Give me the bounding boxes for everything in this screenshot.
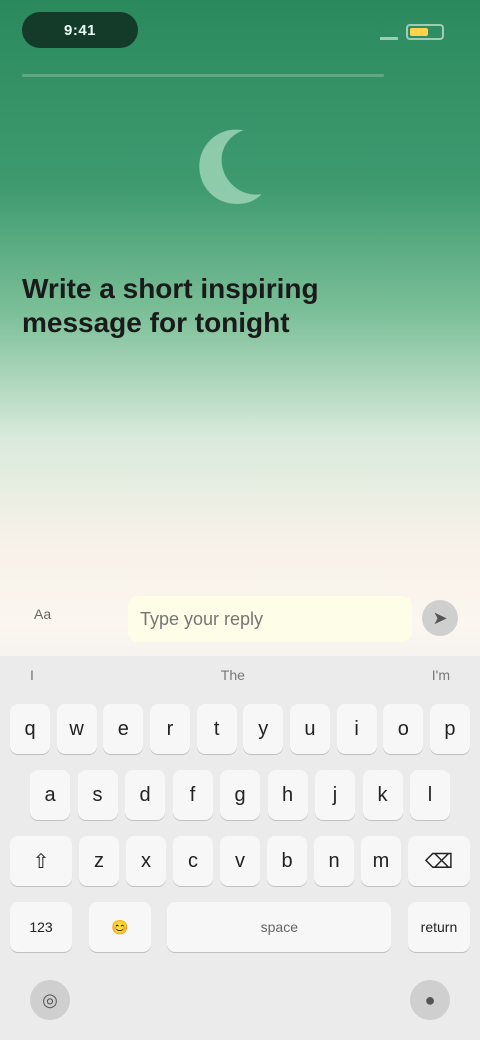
input-label: Aa bbox=[34, 606, 52, 622]
keyboard: I The I'm q w e r t y u i o p a s d f g … bbox=[0, 656, 480, 1040]
status-pill: 9:41 bbox=[22, 12, 138, 48]
key-v[interactable]: v bbox=[220, 836, 260, 886]
key-x[interactable]: x bbox=[126, 836, 166, 886]
key-a[interactable]: a bbox=[30, 770, 70, 820]
status-time: 9:41 bbox=[63, 21, 97, 39]
key-e[interactable]: e bbox=[103, 704, 144, 754]
return-key[interactable]: return bbox=[407, 902, 470, 952]
suggestion-2[interactable]: The bbox=[221, 667, 245, 683]
key-b[interactable]: b bbox=[267, 836, 307, 886]
send-icon: ➤ bbox=[432, 607, 448, 628]
key-y[interactable]: y bbox=[243, 704, 284, 754]
key-p[interactable]: p bbox=[429, 704, 470, 754]
key-h[interactable]: h bbox=[267, 770, 308, 820]
numbers-key[interactable]: 123 bbox=[10, 902, 72, 952]
space-key[interactable]: space bbox=[167, 902, 392, 952]
key-d[interactable]: d bbox=[125, 770, 165, 820]
moon-icon bbox=[199, 129, 262, 204]
key-o[interactable]: o bbox=[383, 704, 424, 754]
divider bbox=[22, 74, 384, 77]
key-g[interactable]: g bbox=[220, 770, 260, 820]
globe-button[interactable]: ◎ bbox=[30, 980, 70, 1020]
key-row-3: ⇧ z x c v b n m ⌫ bbox=[10, 836, 470, 886]
status-icons bbox=[380, 24, 444, 40]
key-row-1: q w e r t y u i o p bbox=[10, 704, 470, 754]
suggestion-bar: I The I'm bbox=[0, 656, 480, 694]
emoji-key[interactable]: 😊 bbox=[88, 902, 151, 952]
mic-icon: ● bbox=[424, 989, 436, 1010]
reply-bar: Aa ➤ bbox=[0, 586, 480, 656]
suggestion-3[interactable]: I'm bbox=[432, 667, 450, 683]
signal-icon bbox=[380, 25, 398, 40]
keyboard-bottom-bar: ◎ ● bbox=[0, 978, 480, 1022]
key-row-4: 123 😊 space return bbox=[10, 902, 470, 952]
backspace-key[interactable]: ⌫ bbox=[408, 836, 470, 886]
suggestion-1[interactable]: I bbox=[30, 667, 34, 683]
key-q[interactable]: q bbox=[10, 704, 50, 754]
prompt-question: Write a short inspiring message for toni… bbox=[22, 273, 319, 338]
key-r[interactable]: r bbox=[149, 704, 190, 754]
key-z[interactable]: z bbox=[79, 836, 119, 886]
key-t[interactable]: t bbox=[196, 704, 237, 754]
key-m[interactable]: m bbox=[361, 836, 401, 886]
key-i[interactable]: i bbox=[336, 704, 377, 754]
key-k[interactable]: k bbox=[362, 770, 403, 820]
key-c[interactable]: c bbox=[173, 836, 213, 886]
key-f[interactable]: f bbox=[172, 770, 213, 820]
key-row-2: a s d f g h j k l bbox=[30, 770, 450, 820]
key-u[interactable]: u bbox=[289, 704, 330, 754]
reply-input[interactable] bbox=[128, 596, 412, 642]
key-n[interactable]: n bbox=[314, 836, 354, 886]
key-w[interactable]: w bbox=[56, 704, 97, 754]
key-j[interactable]: j bbox=[315, 770, 355, 820]
key-s[interactable]: s bbox=[77, 770, 118, 820]
battery-icon bbox=[406, 24, 444, 40]
key-l[interactable]: l bbox=[410, 770, 450, 820]
send-button[interactable]: ➤ bbox=[422, 600, 458, 636]
globe-icon: ◎ bbox=[42, 989, 58, 1010]
shift-key[interactable]: ⇧ bbox=[10, 836, 72, 886]
mic-button[interactable]: ● bbox=[410, 980, 450, 1020]
